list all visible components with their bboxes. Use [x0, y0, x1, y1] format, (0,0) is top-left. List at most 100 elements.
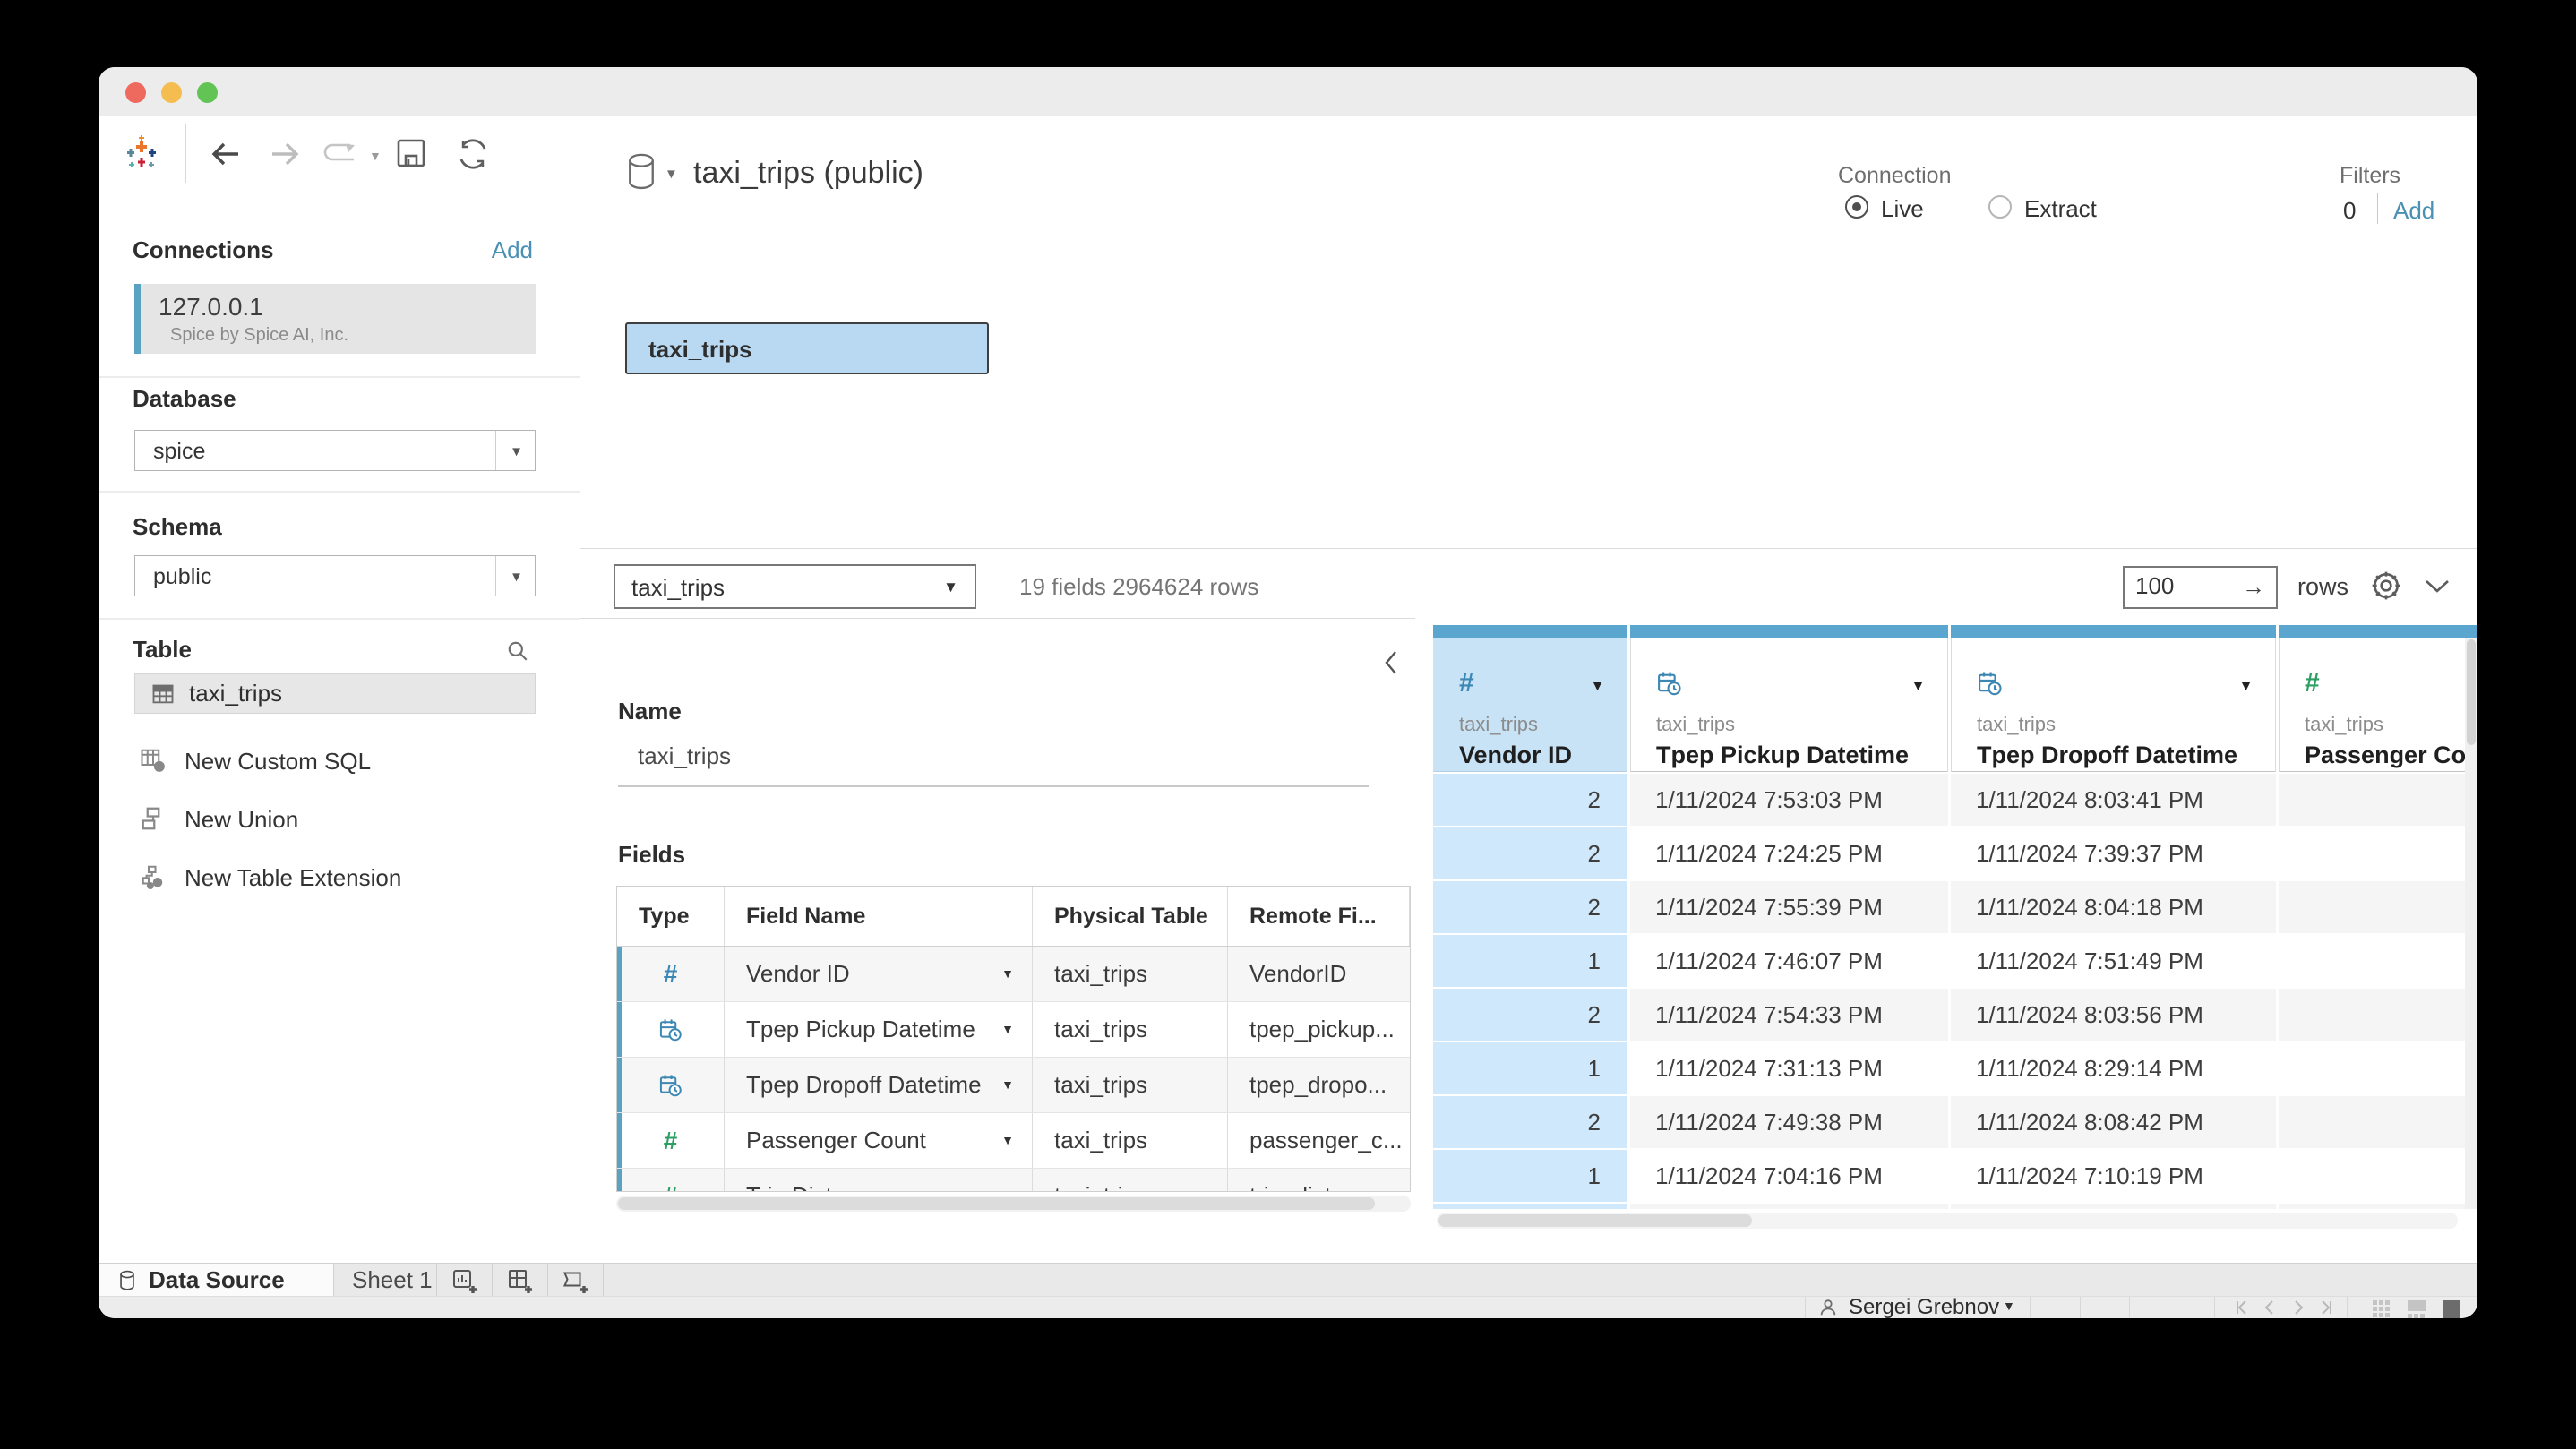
field-menu-caret-icon[interactable]: ▼ — [1001, 1077, 1014, 1092]
fields-horizontal-scrollbar[interactable] — [616, 1196, 1411, 1212]
field-row[interactable]: #Trip Distance▼taxi_tripstrip_distance — [617, 1169, 1410, 1192]
datetime-field-icon — [1656, 670, 1683, 697]
grid-cell: 1/11/2024 7:31:13 PM — [1630, 1042, 1948, 1094]
tab-sheet-1[interactable]: Sheet 1 — [334, 1264, 437, 1296]
field-name-cell[interactable]: Tpep Pickup Datetime▼ — [725, 1002, 1033, 1057]
rows-label: rows — [2297, 573, 2348, 601]
save-button[interactable] — [394, 136, 428, 170]
datasource-caret-icon[interactable]: ▼ — [665, 167, 678, 182]
connection-item[interactable]: 127.0.0.1 Spice by Spice AI, Inc. — [134, 284, 536, 354]
new-union-item[interactable]: New Union — [134, 802, 536, 839]
undo-button[interactable] — [208, 138, 244, 170]
grid-settings-gear-icon[interactable] — [2368, 568, 2404, 604]
database-select[interactable]: spice ▼ — [134, 430, 536, 471]
live-radio[interactable] — [1845, 195, 1868, 219]
field-row[interactable]: #Vendor ID▼taxi_tripsVendorID — [617, 947, 1410, 1002]
grid-table-select[interactable]: taxi_trips ▼ — [614, 564, 976, 609]
new-story-button[interactable] — [548, 1264, 604, 1296]
fields-table: TypeField NamePhysical TableRemote Fi...… — [616, 886, 1411, 1192]
field-menu-caret-icon[interactable]: ▼ — [1001, 1022, 1014, 1036]
replay-options-caret-icon[interactable]: ▼ — [369, 149, 382, 163]
apply-row-limit-arrow-icon[interactable]: → — [2242, 573, 2265, 601]
zoom-window-button[interactable] — [197, 82, 218, 103]
schema-select[interactable]: public ▼ — [134, 555, 536, 596]
first-page-icon[interactable] — [2232, 1299, 2250, 1316]
field-row[interactable]: Tpep Dropoff Datetime▼taxi_tripstpep_dro… — [617, 1058, 1410, 1113]
datasource-name-input[interactable] — [638, 742, 1354, 770]
grid-column-strip — [1951, 625, 2276, 638]
filters-add-link[interactable]: Add — [2393, 197, 2434, 225]
close-window-button[interactable] — [125, 82, 146, 103]
grid-column-menu-caret-icon[interactable]: ▼ — [2238, 677, 2254, 695]
field-type-cell — [617, 1058, 725, 1112]
field-name-cell[interactable]: Vendor ID▼ — [725, 947, 1033, 1001]
extract-radio[interactable] — [1988, 195, 2012, 219]
grid-vertical-scrollbar[interactable] — [2465, 638, 2477, 1220]
field-row[interactable]: #Passenger Count▼taxi_tripspassenger_c..… — [617, 1113, 1410, 1169]
grid-cell: 1/11/2024 7:53:03 PM — [1630, 774, 1948, 826]
grid-cell — [2279, 827, 2477, 879]
remote-field-cell: VendorID — [1228, 947, 1410, 1001]
new-story-icon — [562, 1268, 588, 1293]
add-connection-link[interactable]: Add — [492, 236, 533, 264]
new-custom-sql-item[interactable]: New Custom SQL — [134, 743, 536, 781]
redo-button[interactable] — [267, 138, 303, 170]
small-grid-view-icon[interactable] — [2372, 1299, 2391, 1318]
field-menu-caret-icon[interactable]: ▼ — [1001, 1133, 1014, 1147]
tab-data-source[interactable]: Data Source — [99, 1264, 334, 1296]
number-measure-icon: # — [664, 1128, 678, 1153]
grid-column: #▼taxi_tripsVendor ID22212121 — [1433, 618, 1627, 1263]
extract-radio-label[interactable]: Extract — [2024, 195, 2097, 223]
datasource-cylinder-icon[interactable] — [625, 152, 657, 192]
canvas-table-node[interactable]: taxi_trips — [625, 322, 989, 374]
search-icon[interactable] — [506, 639, 529, 663]
grid-column-header[interactable]: #▼taxi_tripsPassenger Count — [2279, 638, 2477, 772]
fields-column-header: Type — [617, 887, 725, 946]
field-row-accent-bar — [617, 1058, 622, 1112]
previous-page-icon[interactable] — [2261, 1299, 2279, 1316]
new-dashboard-button[interactable] — [493, 1264, 548, 1296]
table-item-label: taxi_trips — [189, 680, 282, 707]
grid-cell: 1/11/2024 7:49:38 PM — [1630, 1096, 1948, 1148]
new-table-extension-item[interactable]: New Table Extension — [134, 860, 536, 897]
field-type-cell: # — [617, 1169, 725, 1192]
minimize-window-button[interactable] — [161, 82, 182, 103]
grid-column-menu-caret-icon[interactable]: ▼ — [1911, 677, 1926, 695]
chevron-down-icon: ▼ — [510, 570, 523, 585]
field-row[interactable]: Tpep Pickup Datetime▼taxi_tripstpep_pick… — [617, 1002, 1410, 1058]
grid-column-header[interactable]: ▼taxi_tripsTpep Pickup Datetime — [1630, 638, 1948, 772]
replay-flow-button[interactable] — [322, 141, 362, 167]
user-menu-caret-icon[interactable]: ▼ — [2003, 1299, 2015, 1313]
medium-grid-view-icon[interactable] — [2407, 1299, 2426, 1318]
field-menu-caret-icon[interactable]: ▼ — [1001, 1188, 1014, 1192]
grid-horizontal-scrollbar[interactable] — [1437, 1213, 2458, 1229]
grid-cell: 1/11/2024 7:51:49 PM — [1951, 935, 2276, 987]
next-page-icon[interactable] — [2289, 1299, 2307, 1316]
row-limit-input[interactable] — [2135, 572, 2225, 600]
connection-active-bar — [134, 284, 141, 354]
grid-column-menu-caret-icon[interactable]: ▼ — [1590, 677, 1605, 695]
grid-column-table-label: taxi_trips — [1459, 713, 1538, 736]
field-name-cell[interactable]: Trip Distance▼ — [725, 1169, 1033, 1192]
new-worksheet-button[interactable] — [437, 1264, 493, 1296]
user-menu-label[interactable]: Sergei Grebnov — [1849, 1295, 1999, 1318]
field-row-accent-bar — [617, 1002, 622, 1057]
datetime-field-icon — [1977, 670, 2004, 697]
refresh-data-button[interactable] — [455, 136, 491, 172]
collapse-grid-chevron-icon[interactable] — [2422, 577, 2452, 596]
table-item-taxi-trips[interactable]: taxi_trips — [134, 673, 536, 714]
grid-column-header[interactable]: #▼taxi_tripsVendor ID — [1433, 638, 1627, 772]
field-type-cell: # — [617, 1113, 725, 1168]
datetime-field-icon — [658, 1073, 683, 1098]
full-view-icon[interactable] — [2442, 1299, 2461, 1318]
grid-cell: 1 — [1433, 935, 1627, 987]
live-radio-label[interactable]: Live — [1881, 195, 1924, 223]
field-name-cell[interactable]: Passenger Count▼ — [725, 1113, 1033, 1168]
last-page-icon[interactable] — [2318, 1299, 2336, 1316]
number-dimension-icon: # — [1459, 668, 1474, 698]
collapse-metadata-chevron-icon[interactable] — [1383, 649, 1399, 676]
field-menu-caret-icon[interactable]: ▼ — [1001, 966, 1014, 981]
field-name-cell[interactable]: Tpep Dropoff Datetime▼ — [725, 1058, 1033, 1112]
grid-cell: 2 — [1433, 881, 1627, 933]
grid-column-header[interactable]: ▼taxi_tripsTpep Dropoff Datetime — [1951, 638, 2276, 772]
